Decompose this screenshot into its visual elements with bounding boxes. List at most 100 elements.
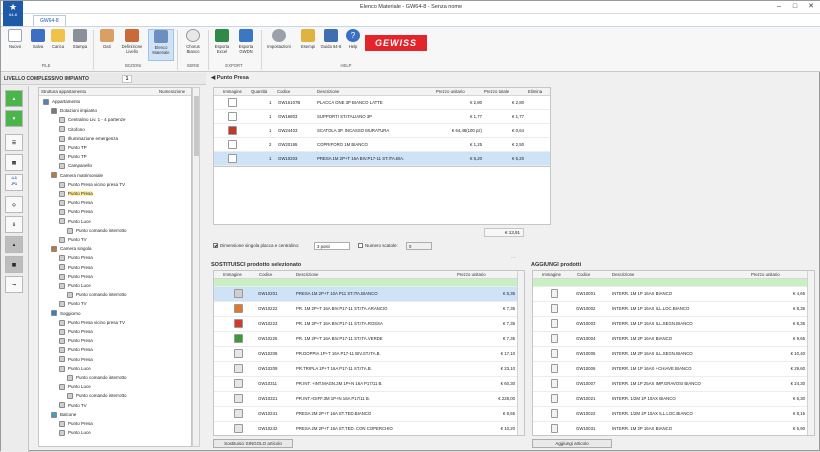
add-product-row[interactable]: GW10006 INTERR. 1M 1P 16AX +CHIAVE BIANCO… xyxy=(533,362,809,377)
series-chorus-button[interactable]: Chorus Bianco xyxy=(181,29,205,61)
add-product-row[interactable]: GW10003 INTERR. 1M 1P 16AX ILL.SEGN.BIANC… xyxy=(533,317,809,332)
box-count-select[interactable]: 0 xyxy=(406,242,432,250)
level-point-button[interactable]: -L1 -P1 xyxy=(5,174,23,191)
replacement-row[interactable]: GW10208 PR.DOPPIA 1P+T 16A P17-11 BIV.ST.… xyxy=(214,347,519,362)
apartment-structure-tree[interactable]: Struttura appartamento Numerazione Appar… xyxy=(38,87,192,447)
tree-node[interactable]: Dotazioni impianto xyxy=(51,106,191,115)
col-quantity[interactable]: Quantità xyxy=(251,88,267,96)
product-row[interactable]: 2 GW20195 COPRIFORO 1M BIANCO € 1,25 € 2,50 xyxy=(214,138,550,152)
tree-node[interactable]: Punto Luce xyxy=(59,281,191,290)
add-product-row[interactable]: GW10002 INTERR. 1M 1P 16AX ILL.LOC.BIANCO… xyxy=(533,302,809,317)
export-gwdn-button[interactable]: Esporta GWDN xyxy=(235,29,257,61)
new-row-placeholder[interactable] xyxy=(214,279,519,287)
product-row[interactable]: 1 GW16107B PLACCA ONE 3P BIANCO LATTE € 2,8… xyxy=(214,96,550,110)
add-col-description[interactable]: Descrizione xyxy=(612,271,634,279)
tree-node[interactable]: Punto Luce xyxy=(59,382,191,391)
tree-node[interactable]: Appartamento xyxy=(43,97,191,106)
tree-node[interactable]: Punto Presa xyxy=(59,253,191,262)
tree-node[interactable]: Balcone xyxy=(51,410,191,419)
tab-gw64-8[interactable]: GW64-8 xyxy=(33,15,66,26)
app-logo-icon[interactable]: ★ 64-8 xyxy=(3,1,23,26)
tree-node[interactable]: Punto Presa xyxy=(59,345,191,354)
tree-node[interactable]: Punto TP xyxy=(59,143,191,152)
tree-node[interactable]: Punto TV xyxy=(59,299,191,308)
replacement-row[interactable]: GW10201 PRESA 1M 2P+T 10A P11 ST.ITA.BIAN… xyxy=(214,287,519,302)
col-delete[interactable]: Elimina xyxy=(528,88,542,96)
tree-node[interactable]: Illuminazione emergenza xyxy=(59,134,191,143)
minimize-button[interactable]: – xyxy=(773,2,785,12)
tree-col-numbering[interactable]: Numerazione xyxy=(159,89,185,94)
print-button[interactable]: Stampa xyxy=(69,29,91,61)
tree-node[interactable]: Punto Presa xyxy=(59,327,191,336)
tree-node[interactable]: Punto Presa xyxy=(59,272,191,281)
close-button[interactable]: ✕ xyxy=(805,2,817,12)
replace-col-description[interactable]: Descrizione xyxy=(296,271,318,279)
col-description[interactable]: Descrizione xyxy=(317,88,339,96)
replacement-row[interactable]: GW10242 PRESA 2M 2P+T 16A ST.TED. CON COP… xyxy=(214,422,519,435)
replacement-row[interactable]: GW10209 PR.TRIPLA 1P+T 16A P17-11 ST.ITA.… xyxy=(214,362,519,377)
add-product-row[interactable]: GW10004 INTERR. 1M 2P 16AX BIANCO € 9,65 xyxy=(533,332,809,347)
add-product-row[interactable]: GW10007 INTERR. 1M 1P 25AX IMP.GRAVOSI BI… xyxy=(533,377,809,392)
tree-node[interactable]: Punto Presa xyxy=(59,198,191,207)
tree-node[interactable]: Punto Presa xyxy=(59,419,191,428)
col-unit-price[interactable]: Prezzo unitario xyxy=(436,88,465,96)
add-col-code[interactable]: Codice xyxy=(577,271,590,279)
replace-col-image[interactable]: Immagine xyxy=(223,271,242,279)
tree-node[interactable]: Punto Presa xyxy=(59,263,191,272)
move-up-button[interactable]: ▲ xyxy=(5,90,23,107)
tree-node[interactable]: Punto TP xyxy=(59,152,191,161)
tree-node[interactable]: Punto TV xyxy=(59,235,191,244)
tree-node[interactable]: Punto Presa vicino presa TV xyxy=(59,180,191,189)
tree-node[interactable]: Punto comando interrotto xyxy=(67,226,191,235)
tree-col-structure[interactable]: Struttura appartamento xyxy=(41,89,86,94)
col-image[interactable]: Immagine xyxy=(223,88,242,96)
layers-button[interactable]: ▦ xyxy=(5,256,23,273)
tree-node[interactable]: Punto Presa xyxy=(59,355,191,364)
load-button[interactable]: Carica xyxy=(47,29,69,61)
tree-node[interactable]: Punto comando interrotto xyxy=(67,391,191,400)
settings-button[interactable]: Impostazioni xyxy=(264,29,294,61)
material-list-button[interactable]: Elenco Materiale xyxy=(148,29,174,61)
col-total-price[interactable]: Prezzo totale xyxy=(484,88,509,96)
tree-scrollbar[interactable] xyxy=(192,87,200,447)
document-button[interactable]: ▤ xyxy=(5,154,23,171)
scrollbar-thumb[interactable] xyxy=(194,96,199,156)
replacement-row[interactable]: GW10321 PR.INT.+DIFF.3M 1P+N 16A P17/11 B… xyxy=(214,392,519,407)
replacement-row[interactable]: GW10223 PR. 1M 2P+T 16A BIV.P17-11 ST.ITA… xyxy=(214,317,519,332)
tree-node[interactable]: Camera matrimoniale xyxy=(51,171,191,180)
maximize-button[interactable]: □ xyxy=(789,2,801,12)
tree-node[interactable]: Soggiorno xyxy=(51,309,191,318)
tree-node[interactable]: Camera singola xyxy=(51,244,191,253)
dimension-select[interactable]: 3 posti xyxy=(314,242,350,250)
product-row[interactable]: 1 GW24403 SCATOLA 3P. INCASSO MURATURA € 64… xyxy=(214,124,550,138)
tree-node[interactable]: Punto comando interrotto xyxy=(67,290,191,299)
add-scrollbar[interactable] xyxy=(807,271,814,435)
replacement-row[interactable]: GW10311 PR.INT. +INT.MAGN.2M 1P+N 16A P17… xyxy=(214,377,519,392)
replace-single-button[interactable]: Sostituisci SINGOLO articolo xyxy=(213,439,293,448)
download-button[interactable]: ⇩ xyxy=(5,216,23,233)
box-count-checkbox[interactable] xyxy=(358,243,363,249)
map-button[interactable]: ▲ xyxy=(5,236,23,253)
replacement-row[interactable]: GW10225 PR. 1M 2P+T 16A BIV.P17-11 ST.ITA… xyxy=(214,332,519,347)
add-product-row[interactable]: GW10005 INTERR. 1M 2P 16AX ILL.SEGN.BIANC… xyxy=(533,347,809,362)
product-row[interactable]: 1 GW16803 SUPPORTI ST.ITALIANO 3P € 1,77 € 1… xyxy=(214,110,550,124)
col-code[interactable]: Codice xyxy=(277,88,290,96)
new-button[interactable]: Nuovo xyxy=(4,29,26,61)
tree-node[interactable]: Punto Presa xyxy=(59,189,191,198)
add-col-price[interactable]: Prezzo unitario xyxy=(751,271,780,279)
help-button[interactable]: ? Help xyxy=(342,29,364,61)
data-button[interactable]: Dati xyxy=(96,29,118,61)
tree-node[interactable]: Citofono xyxy=(59,125,191,134)
tree-node[interactable]: Punto Presa vicino presa TV xyxy=(59,318,191,327)
tree-node[interactable]: Punto Presa xyxy=(59,207,191,216)
dimension-checkbox[interactable] xyxy=(213,243,218,249)
new-row-placeholder[interactable] xyxy=(533,279,809,287)
add-col-image[interactable]: Immagine xyxy=(542,271,561,279)
level-selector[interactable]: 1 xyxy=(122,75,132,83)
add-product-row[interactable]: GW10001 INTERR. 1M 1P 16AX BIANCO € 4,65 xyxy=(533,287,809,302)
product-row[interactable]: 1 GW10203 PRESA 1M 2P+T 16A BIV.P17-11 ST.… xyxy=(214,152,550,166)
replace-col-price[interactable]: Prezzo unitario xyxy=(457,271,486,279)
tree-node[interactable]: Punto Luce xyxy=(59,217,191,226)
tree-node[interactable]: Punto Luce xyxy=(59,364,191,373)
tree-node[interactable]: Punto Presa xyxy=(59,336,191,345)
